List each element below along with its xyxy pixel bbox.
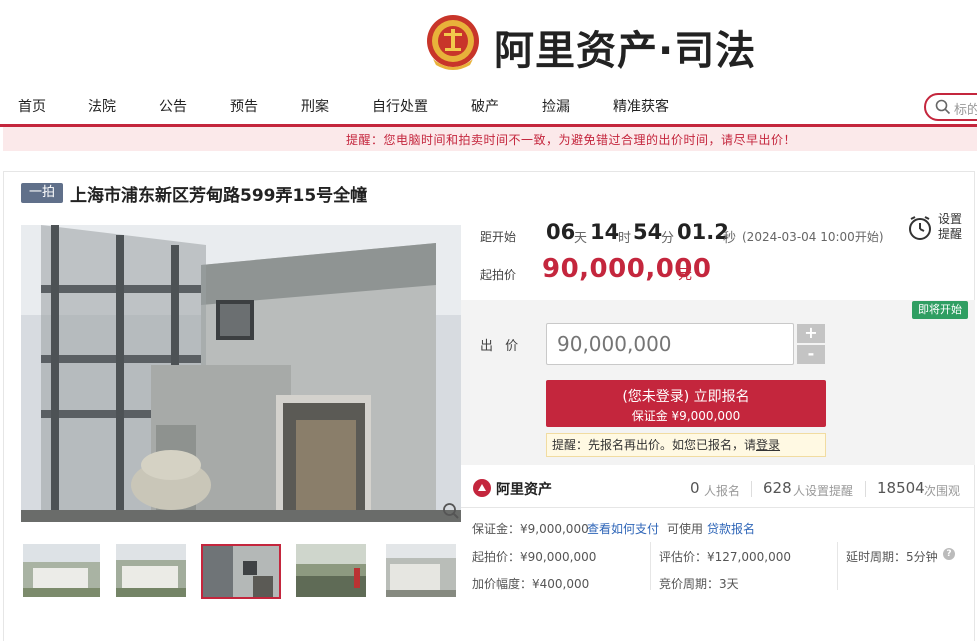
stat-divider [751, 481, 752, 497]
can-use-text: 可使用 [667, 522, 704, 536]
nav-item-bankruptcy[interactable]: 破产 [471, 96, 499, 116]
increment-info: 加价幅度：¥400,000 [472, 577, 590, 591]
view-count-label: 次围观 [924, 484, 961, 498]
login-link[interactable]: 登录 [756, 438, 780, 452]
status-badge: 即将开始 [912, 301, 968, 319]
ali-assets-brand: 阿里资产 [496, 482, 552, 498]
register-button-label: (您未登录) 立即报名 [622, 389, 750, 405]
nav-item-preview[interactable]: 预告 [230, 96, 258, 116]
bid-label: 出 价 [480, 339, 523, 354]
info-divider [650, 542, 651, 590]
delay-cycle-info: 延时周期：5分钟 [846, 550, 938, 564]
search-input[interactable]: 标的 [924, 93, 977, 121]
stat-divider [865, 481, 866, 497]
lot-title: 上海市浦东新区芳甸路599弄15号全幢 [70, 186, 368, 206]
countdown-seconds: 01.2 [677, 220, 729, 244]
main-nav: 首页 法院 公告 预告 刑案 自行处置 破产 捡漏 精准获客 [0, 88, 977, 124]
info-divider [837, 542, 838, 590]
nav-item-criminal[interactable]: 刑案 [301, 96, 329, 116]
register-now-button[interactable]: (您未登录) 立即报名 保证金 ¥9,000,000 [546, 380, 826, 427]
site-brand-title[interactable]: 阿里资产·司法 [494, 18, 756, 76]
photo-thumbnail[interactable] [386, 544, 456, 597]
signup-count: 0 [690, 479, 700, 497]
countdown-seconds-unit: 秒 [723, 231, 737, 246]
building-photo [21, 225, 461, 522]
countdown-minutes-unit: 分 [661, 231, 675, 246]
search-placeholder: 标的 [954, 103, 977, 118]
nav-item-announcement[interactable]: 公告 [159, 96, 187, 116]
help-icon[interactable]: ? [943, 548, 955, 560]
signup-count-label: 人报名 [704, 484, 741, 498]
stats-divider [461, 507, 975, 508]
countdown-label: 距开始 [480, 230, 517, 244]
court-emblem-logo[interactable] [426, 13, 480, 73]
countdown-days: 06 [546, 220, 576, 244]
search-icon [935, 99, 951, 115]
deposit-info: 保证金：¥9,000,000 [472, 522, 589, 536]
nav-item-precise-leads[interactable]: 精准获客 [613, 96, 669, 116]
photo-thumbnail-selected[interactable] [201, 544, 281, 599]
photo-thumbnail[interactable] [116, 544, 193, 597]
view-count: 18504 [877, 479, 925, 497]
increase-bid-button[interactable]: + [797, 324, 825, 343]
nav-item-bargain[interactable]: 捡漏 [542, 96, 570, 116]
main-photo[interactable] [21, 225, 461, 522]
ali-assets-logo-icon [473, 479, 491, 497]
notice-text: 提醒：您电脑时间和拍卖时间不一致，为避免错过合理的出价时间，请尽早出价！ [346, 133, 797, 147]
bid-amount-input[interactable] [546, 323, 794, 365]
countdown-days-unit: 天 [574, 231, 588, 246]
start-price-label: 起拍价 [480, 268, 517, 282]
nav-item-self-disposal[interactable]: 自行处置 [372, 96, 428, 116]
login-tip-text: 提醒：先报名再出价。如您已报名，请 [552, 438, 757, 452]
how-to-pay-link[interactable]: 查看如何支付 [587, 520, 659, 537]
login-tip: 提醒：先报名再出价。如您已报名，请登录 [546, 433, 826, 457]
start-time-note: (2024-03-04 10:00开始) [742, 230, 884, 244]
countdown-hours: 14 [590, 220, 620, 244]
countdown-minutes: 54 [633, 220, 663, 244]
set-reminder-button[interactable]: 设置提醒 [938, 212, 968, 242]
start-price-unit: 元 [678, 267, 692, 283]
reminder-count: 628 [763, 479, 792, 497]
reminder-count-label: 人设置提醒 [793, 484, 854, 498]
photo-thumbnail[interactable] [23, 544, 100, 597]
register-button-deposit: 保证金 ¥9,000,000 [631, 409, 741, 423]
auction-round-badge: 一拍 [21, 183, 63, 203]
start-price-info: 起拍价：¥90,000,000 [472, 550, 597, 564]
appraisal-info: 评估价：¥127,000,000 [659, 550, 791, 564]
bid-cycle-info: 竞价周期：3天 [659, 577, 739, 591]
loan-signup-link[interactable]: 贷款报名 [707, 520, 755, 537]
nav-item-court[interactable]: 法院 [88, 96, 116, 116]
site-header: 阿里资产·司法 [0, 0, 977, 88]
alarm-clock-icon[interactable] [907, 215, 933, 241]
photo-thumbnail[interactable] [296, 544, 366, 597]
nav-item-home[interactable]: 首页 [18, 96, 46, 116]
decrease-bid-button[interactable]: - [797, 345, 825, 364]
time-mismatch-notice: 提醒：您电脑时间和拍卖时间不一致，为避免错过合理的出价时间，请尽早出价！ [3, 127, 977, 151]
zoom-icon[interactable] [442, 502, 460, 520]
countdown-hours-unit: 时 [618, 231, 632, 246]
